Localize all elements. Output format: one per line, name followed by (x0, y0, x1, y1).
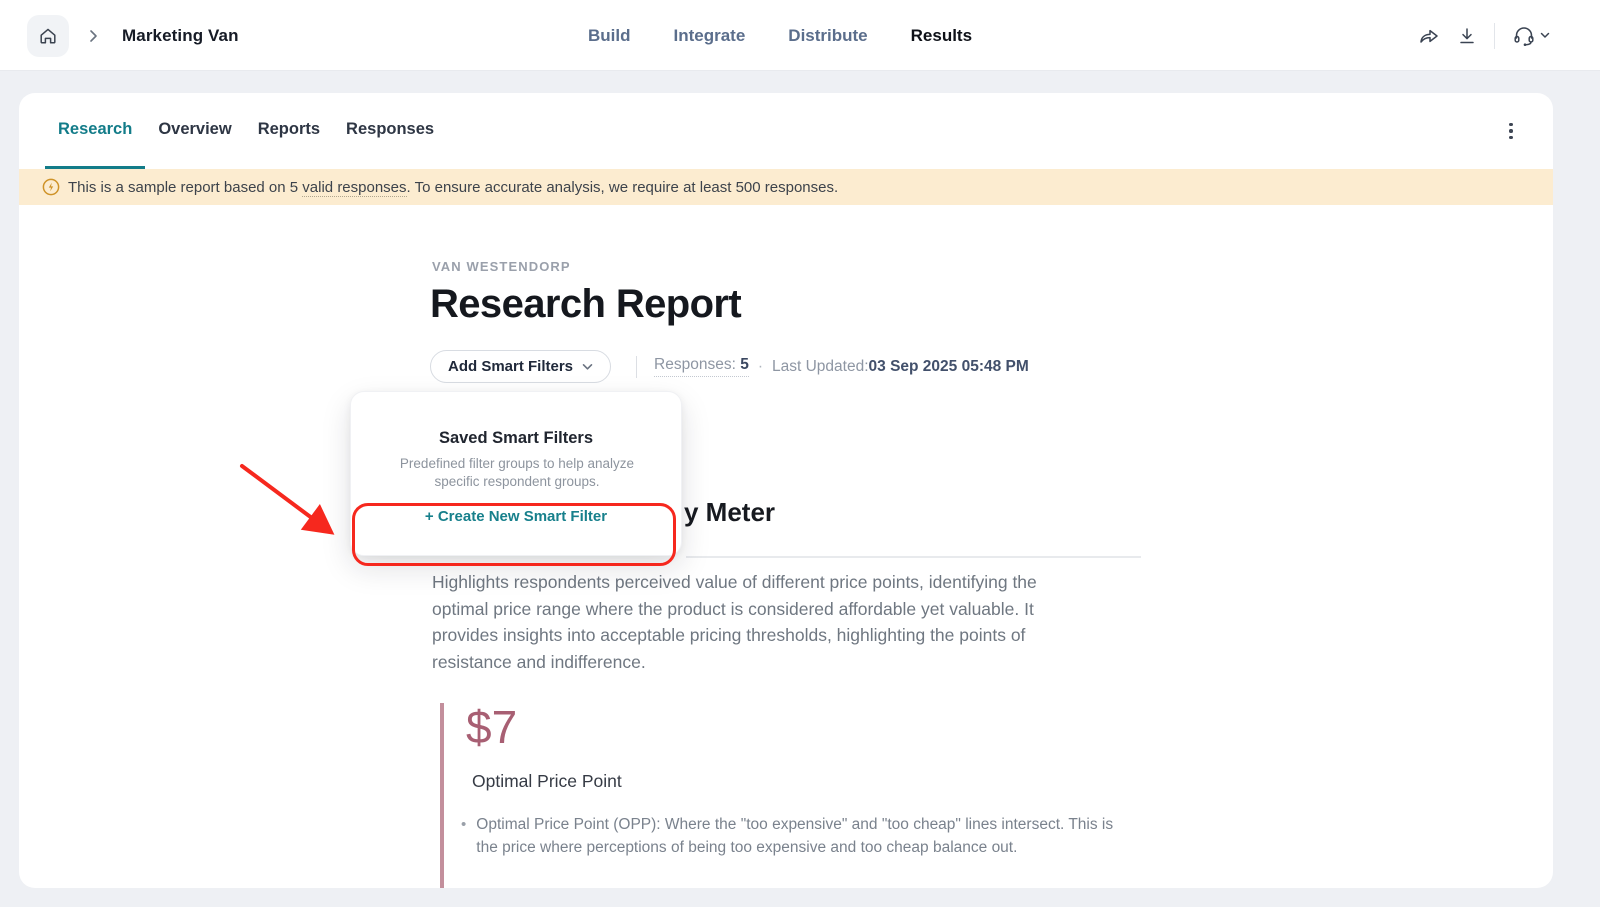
filters-row: Add Smart Filters Responses: 5 · Last Up… (430, 350, 1029, 383)
last-updated-label: Last Updated: (772, 358, 869, 376)
bullet-marker: • (461, 813, 466, 859)
chevron-right-icon (89, 29, 98, 43)
primary-nav: Build Integrate Distribute Results (588, 0, 972, 71)
report-tabs: Research Overview Reports Responses (19, 93, 1553, 169)
bullet-text: Optimal Price Point (OPP): Where the "to… (476, 813, 1133, 859)
popover-description: Predefined filter groups to help analyze… (382, 455, 652, 490)
tab-reports[interactable]: Reports (245, 93, 333, 169)
report-eyebrow: VAN WESTENDORP (432, 259, 571, 274)
lightning-icon (42, 178, 60, 196)
breadcrumb-separator (89, 0, 98, 71)
tab-research[interactable]: Research (45, 93, 145, 169)
home-icon (38, 26, 58, 46)
download-icon (1457, 26, 1477, 46)
survey-title: Marketing Van (122, 0, 239, 71)
stat-value: $7 (466, 700, 517, 754)
share-icon (1418, 26, 1440, 46)
section-divider (686, 556, 1141, 558)
meta-separator: · (758, 358, 763, 376)
tab-overview[interactable]: Overview (145, 93, 244, 169)
valid-responses-link[interactable]: valid responses (302, 179, 406, 197)
nav-item-build[interactable]: Build (588, 26, 631, 46)
nav-item-results[interactable]: Results (911, 26, 972, 46)
stat-accent-bar (440, 703, 444, 888)
nav-item-distribute[interactable]: Distribute (788, 26, 867, 46)
download-button[interactable] (1457, 26, 1477, 46)
responses-count[interactable]: Responses: 5 (654, 356, 749, 377)
report-meta: Responses: 5 · Last Updated: 03 Sep 2025… (654, 356, 1029, 377)
tab-responses[interactable]: Responses (333, 93, 447, 169)
report-title: Research Report (430, 282, 741, 327)
stat-bullet: • Optimal Price Point (OPP): Where the "… (461, 813, 1133, 859)
add-smart-filters-label: Add Smart Filters (448, 358, 573, 375)
share-button[interactable] (1418, 26, 1440, 46)
support-menu[interactable] (1512, 25, 1550, 47)
smart-filters-popover: Saved Smart Filters Predefined filter gr… (350, 391, 682, 556)
filters-divider (636, 356, 637, 378)
add-smart-filters-button[interactable]: Add Smart Filters (430, 350, 611, 383)
banner-text: This is a sample report based on 5 valid… (68, 179, 838, 196)
last-updated-value: 03 Sep 2025 05:48 PM (869, 358, 1029, 376)
stat-label: Optimal Price Point (472, 771, 622, 792)
nav-item-integrate[interactable]: Integrate (674, 26, 746, 46)
topbar-divider (1494, 23, 1495, 49)
report-card: Research Overview Reports Responses This… (19, 93, 1553, 888)
section-description: Highlights respondents perceived value o… (432, 569, 1087, 675)
headset-icon (1512, 25, 1536, 47)
topbar-actions (1418, 0, 1550, 71)
top-navigation-bar: Marketing Van Build Integrate Distribute… (0, 0, 1600, 71)
section-title-partial: y Meter (684, 497, 775, 528)
sample-report-banner: This is a sample report based on 5 valid… (19, 169, 1553, 205)
popover-title: Saved Smart Filters (351, 429, 681, 448)
create-new-smart-filter-link[interactable]: + Create New Smart Filter (351, 508, 681, 525)
home-button[interactable] (27, 15, 69, 57)
more-options-button[interactable] (1499, 119, 1523, 143)
chevron-down-icon (1540, 32, 1550, 39)
chevron-down-icon (582, 363, 593, 371)
